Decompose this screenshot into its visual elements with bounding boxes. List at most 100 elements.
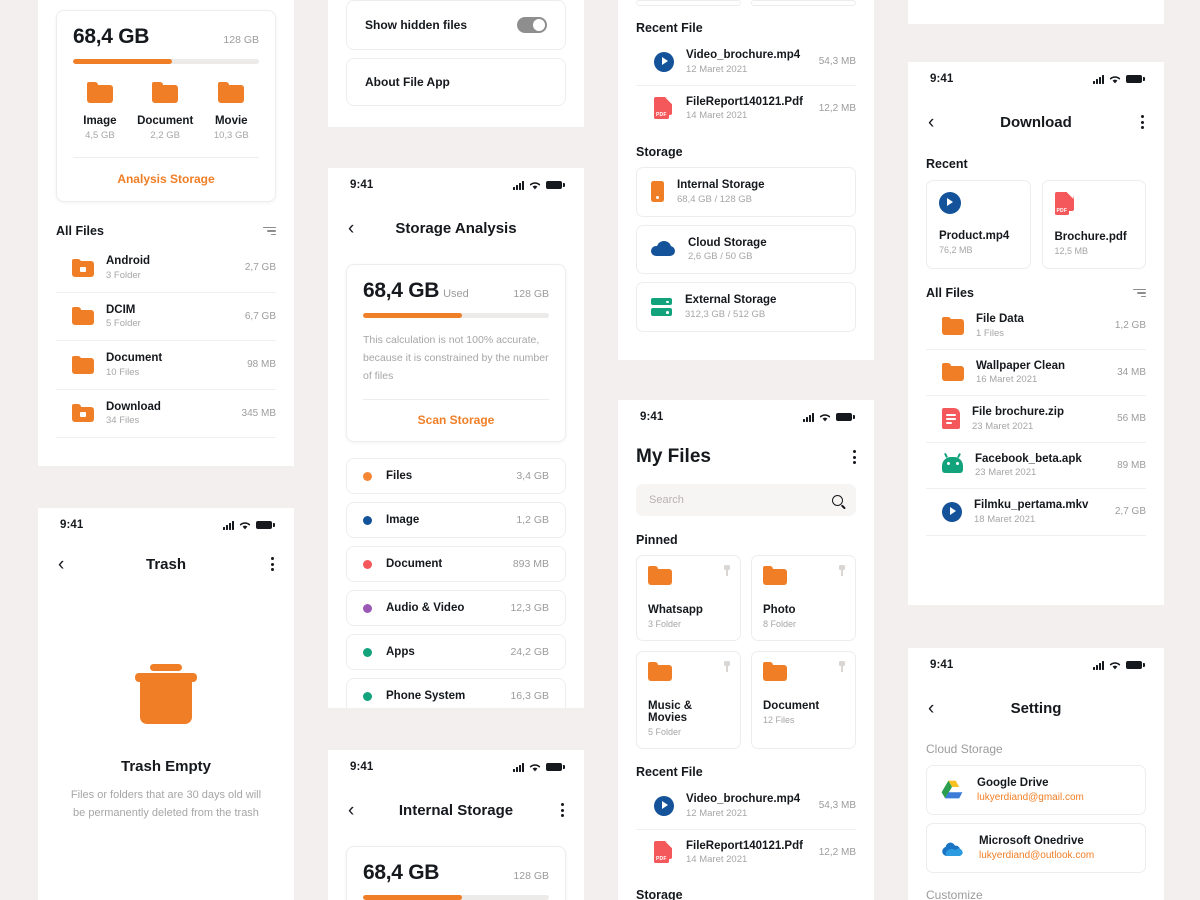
more-options-icon[interactable] (271, 557, 274, 571)
more-options-icon[interactable] (1141, 115, 1144, 129)
status-bar: 9:41 (908, 648, 1164, 682)
search-icon[interactable] (832, 494, 843, 506)
list-item[interactable]: Facebook_beta.apk 23 Maret 2021 89 MB (926, 443, 1146, 489)
account-item-onedrive[interactable]: Microsoft Onedrive lukyerdiand@outlook.c… (926, 823, 1146, 873)
category-item-document[interactable]: Document 893 MB (346, 546, 566, 583)
cloud-icon (651, 241, 675, 257)
pin-icon[interactable] (838, 565, 846, 576)
list-item[interactable]: Filmku_pertama.mkv 18 Maret 2021 2,7 GB (926, 489, 1146, 535)
pinned-card-partial[interactable] (751, 0, 856, 6)
category-item-image[interactable]: Image 1,2 GB (346, 502, 566, 539)
back-button[interactable]: ‹ (58, 555, 78, 574)
color-dot (363, 515, 372, 525)
row-divider (56, 437, 276, 438)
category-item-apps[interactable]: Apps 24,2 GB (346, 634, 566, 671)
recent-item-brochure-pdf[interactable]: PDF Brochure.pdf 12,5 MB (1041, 180, 1146, 269)
analysis-storage-button[interactable]: Analysis Storage (73, 158, 259, 201)
pin-icon[interactable] (838, 661, 846, 672)
file-size: 2,7 GB (1114, 506, 1146, 518)
file-name: DCIM (106, 303, 136, 316)
list-item[interactable]: PDF FileReport140121.Pdf 14 Maret 2021 1… (636, 86, 856, 132)
pinned-name: Photo (763, 604, 796, 616)
recent-item-product-mp4[interactable]: Product.mp4 76,2 MB (926, 180, 1031, 269)
folder-label: Movie (214, 115, 248, 127)
category-item-audio-video[interactable]: Audio & Video 12,3 GB (346, 590, 566, 627)
pinned-item-photo[interactable]: Photo 8 Folder (751, 555, 856, 641)
list-item[interactable]: PDF FileReport140121.Pdf 14 Maret 2021 1… (636, 830, 856, 876)
battery-icon (836, 413, 855, 421)
folder-summary-image[interactable]: Image 4,5 GB (83, 82, 117, 141)
screen-blank-partial (908, 0, 1164, 24)
file-date: 12 Maret 2021 (686, 807, 748, 819)
trash-icon (135, 664, 197, 724)
color-dot (363, 647, 372, 657)
list-item[interactable]: Download 34 Files 345 MB (56, 390, 276, 438)
pinned-item-document[interactable]: Document 12 Files (751, 651, 856, 749)
signal-icon (513, 180, 524, 190)
back-button[interactable]: ‹ (928, 113, 948, 132)
pinned-sub: 5 Folder (648, 727, 682, 737)
file-name: Video_brochure.mp4 (686, 793, 801, 805)
storage-item-external[interactable]: External Storage 312,3 GB / 512 GB (636, 282, 856, 332)
back-button[interactable]: ‹ (348, 801, 368, 820)
list-item[interactable]: Android 3 Folder 2,7 GB (56, 244, 276, 292)
pin-icon[interactable] (723, 661, 731, 672)
storage-title: Storage (636, 145, 683, 159)
search-bar[interactable] (636, 484, 856, 516)
file-sub: 1 Files (976, 327, 1004, 339)
pinned-card-partial[interactable] (636, 0, 741, 6)
filter-icon[interactable] (1133, 288, 1146, 298)
all-files-title: All Files (926, 286, 974, 300)
recent-file-title: Recent File (636, 21, 703, 35)
search-input[interactable] (649, 494, 832, 506)
pinned-item-music-movies[interactable]: Music & Movies 5 Folder (636, 651, 741, 749)
pinned-name: Music & Movies (648, 700, 693, 724)
about-file-app-card[interactable]: About File App (346, 58, 566, 106)
status-icons (1093, 660, 1145, 670)
status-bar: 9:41 (618, 400, 874, 434)
back-button[interactable]: ‹ (348, 219, 368, 238)
list-item[interactable]: File Data 1 Files 1,2 GB (926, 303, 1146, 349)
battery-icon (546, 181, 565, 189)
cloud-storage-title: Cloud Storage (926, 742, 1003, 756)
folder-size: 2,2 GB (150, 130, 180, 141)
folder-label: Image (83, 115, 117, 127)
list-item[interactable]: DCIM 5 Folder 6,7 GB (56, 293, 276, 341)
file-size: 1,2 GB (1114, 320, 1146, 332)
show-hidden-files-row[interactable]: Show hidden files (347, 1, 565, 49)
signal-icon (1093, 660, 1104, 670)
storage-title: Storage (636, 888, 683, 900)
storage-name: Internal Storage (677, 179, 765, 191)
more-options-icon[interactable] (561, 803, 564, 817)
pdf-icon: PDF (654, 841, 674, 864)
category-label: Files (386, 470, 413, 483)
folder-summary-document[interactable]: Document 2,2 GB (137, 82, 193, 141)
about-file-app-row[interactable]: About File App (347, 59, 565, 105)
category-item-files[interactable]: Files 3,4 GB (346, 458, 566, 495)
pinned-item-whatsapp[interactable]: Whatsapp 3 Folder (636, 555, 741, 641)
scan-storage-button[interactable]: Scan Storage (363, 400, 549, 441)
list-item[interactable]: Wallpaper Clean 16 Maret 2021 34 MB (926, 350, 1146, 396)
list-item[interactable]: Video_brochure.mp4 12 Maret 2021 54,3 MB (636, 39, 856, 85)
category-list: Files 3,4 GB Image 1,2 GB Document 893 M… (346, 458, 566, 708)
file-name: Facebook_beta.apk (975, 452, 1082, 465)
folder-summary-movie[interactable]: Movie 10,3 GB (214, 82, 249, 141)
screen-storage-analysis: 9:41 ‹ Storage Analysis 68,4 GB Used 128… (328, 168, 584, 708)
back-button[interactable]: ‹ (928, 699, 948, 718)
folder-label: Document (137, 115, 194, 127)
filter-icon[interactable] (263, 226, 276, 236)
pin-icon[interactable] (723, 565, 731, 576)
storage-item-internal[interactable]: Internal Storage 68,4 GB / 128 GB (636, 167, 856, 217)
show-hidden-files-toggle[interactable] (517, 17, 547, 33)
storage-analysis-navbar: ‹ Storage Analysis (328, 206, 584, 250)
list-item[interactable]: File brochure.zip 23 Maret 2021 56 MB (926, 396, 1146, 442)
list-item[interactable]: Document 10 Files 98 MB (56, 341, 276, 389)
file-date: 12 Maret 2021 (686, 63, 748, 75)
account-item-google-drive[interactable]: Google Drive lukyerdiand@gmail.com (926, 765, 1146, 815)
list-item[interactable]: Video_brochure.mp4 12 Maret 2021 54,3 MB (636, 783, 856, 829)
storage-usage: 312,3 GB / 512 GB (685, 308, 766, 320)
storage-item-cloud[interactable]: Cloud Storage 2,6 GB / 50 GB (636, 224, 856, 274)
more-options-icon[interactable] (853, 450, 856, 464)
color-dot (363, 471, 372, 481)
category-item-phone-system[interactable]: Phone System 16,3 GB (346, 678, 566, 708)
